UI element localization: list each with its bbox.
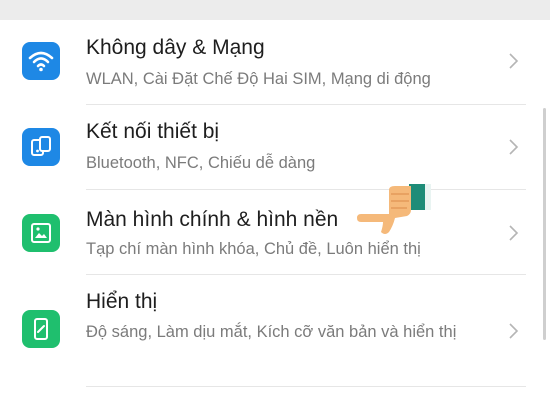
- item-subtitle: WLAN, Cài Đặt Chế Độ Hai SIM, Mạng di độ…: [86, 70, 431, 88]
- chevron-right-icon: [509, 323, 519, 339]
- settings-item-home-screen-wallpaper[interactable]: Màn hình chính & hình nền Tạp chí màn hì…: [0, 194, 530, 272]
- wallpaper-icon: [22, 214, 60, 252]
- item-subtitle: Độ sáng, Làm dịu mắt, Kích cỡ văn bản và…: [86, 323, 457, 341]
- chevron-right-icon: [509, 53, 519, 69]
- settings-item-wireless-network[interactable]: Không dây & Mạng WLAN, Cài Đặt Chế Độ Ha…: [0, 28, 530, 104]
- top-bar: [0, 0, 550, 20]
- item-title: Màn hình chính & hình nền: [86, 208, 339, 231]
- settings-item-display[interactable]: Hiển thị Độ sáng, Làm dịu mắt, Kích cỡ v…: [0, 280, 530, 384]
- chevron-right-icon: [509, 139, 519, 155]
- divider: [86, 274, 526, 275]
- divider: [86, 104, 526, 105]
- item-title: Kết nối thiết bị: [86, 120, 220, 143]
- wifi-icon: [22, 42, 60, 80]
- scrollbar[interactable]: [543, 108, 546, 340]
- divider: [86, 189, 526, 190]
- divider: [86, 386, 526, 387]
- pointing-hand-icon: [357, 184, 431, 234]
- settings-item-device-connection[interactable]: Kết nối thiết bị Bluetooth, NFC, Chiếu d…: [0, 110, 530, 186]
- display-icon: [22, 310, 60, 348]
- item-subtitle: Tạp chí màn hình khóa, Chủ đề, Luôn hiển…: [86, 240, 421, 258]
- device-connection-icon: [22, 128, 60, 166]
- chevron-right-icon: [509, 225, 519, 241]
- item-title: Hiển thị: [86, 290, 158, 313]
- item-subtitle: Bluetooth, NFC, Chiếu dễ dàng: [86, 154, 316, 172]
- item-title: Không dây & Mạng: [86, 36, 265, 59]
